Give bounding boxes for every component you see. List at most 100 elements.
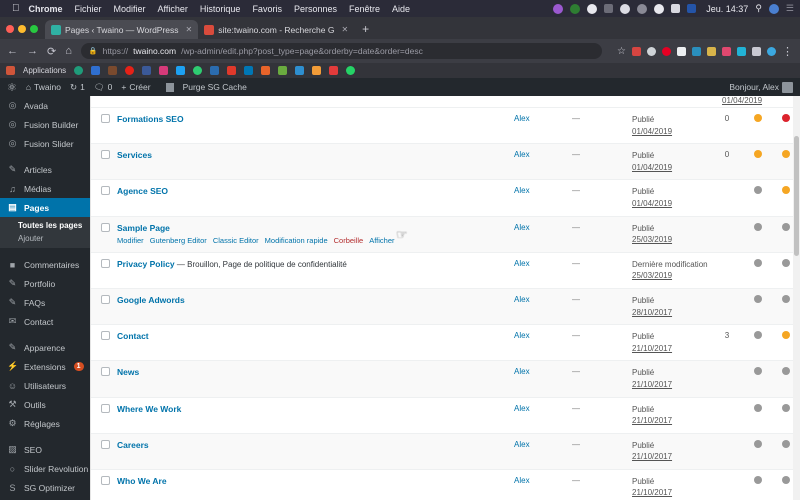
author-cell[interactable]: Alex bbox=[514, 295, 572, 304]
bookmark-image-icon[interactable] bbox=[278, 66, 288, 75]
sidebar-item-fusion-builder[interactable]: ◎ Fusion Builder bbox=[0, 115, 90, 134]
bookmark-youtube-icon[interactable] bbox=[125, 66, 135, 75]
bookmark-firebase-icon[interactable] bbox=[227, 66, 237, 75]
window-controls[interactable] bbox=[6, 25, 45, 39]
table-row[interactable]: Google Adwords Alex — Publié 28/10/2017 bbox=[91, 288, 800, 326]
key-icon[interactable] bbox=[752, 46, 761, 56]
mac-menu-item-personnes[interactable]: Personnes bbox=[294, 4, 337, 14]
bookmark-drive-icon[interactable] bbox=[108, 66, 118, 75]
author-cell[interactable]: Alex bbox=[514, 150, 572, 159]
row-checkbox[interactable] bbox=[101, 403, 110, 413]
table-row[interactable]: Privacy Policy — Brouillon, Page de poli… bbox=[91, 253, 800, 289]
table-row[interactable]: News Alex — Publié 21/10/2017 bbox=[91, 361, 800, 398]
comments-cell[interactable]: 3 bbox=[710, 331, 744, 340]
sidebar-subitem-ajouter[interactable]: Ajouter bbox=[0, 232, 90, 245]
w-badge-icon[interactable] bbox=[737, 46, 746, 56]
row-action-modifier[interactable]: Modifier bbox=[117, 236, 144, 245]
row-checkbox[interactable] bbox=[101, 439, 110, 449]
sidebar-item-pages[interactable]: ▤ Pages bbox=[0, 198, 90, 217]
mac-menu-item-favoris[interactable]: Favoris bbox=[252, 4, 282, 14]
page-title-link[interactable]: Contact bbox=[117, 331, 149, 341]
sidebar-item-articles[interactable]: ✎ Articles bbox=[0, 160, 90, 179]
page-title-link[interactable]: Google Adwords bbox=[117, 295, 185, 305]
table-row[interactable]: Agence SEO Alex — Publié 01/04/2019 bbox=[91, 180, 800, 217]
battery-icon[interactable] bbox=[671, 4, 681, 13]
pinterest-icon[interactable] bbox=[662, 46, 671, 56]
sidebar-item-fusion-slider[interactable]: ◎ Fusion Slider bbox=[0, 134, 90, 153]
forward-arrow-icon[interactable]: → bbox=[27, 45, 38, 57]
table-row[interactable]: Careers Alex — Publié 21/10/2017 bbox=[91, 433, 800, 470]
bookmark-whatsapp-icon[interactable] bbox=[346, 66, 356, 75]
bookmark-star-icon[interactable]: ☆ bbox=[617, 46, 626, 57]
cloud-icon[interactable] bbox=[620, 3, 631, 14]
sidebar-item-slider-revolution[interactable]: ○ Slider Revolution bbox=[0, 459, 90, 478]
flag-fr-icon[interactable] bbox=[687, 4, 697, 13]
grid-white-icon[interactable] bbox=[677, 46, 686, 56]
apps-grid-icon[interactable] bbox=[6, 66, 15, 75]
sidebar-item-extensions[interactable]: ⚡ Extensions 1 bbox=[0, 357, 90, 376]
mac-menu-item-fichier[interactable]: Fichier bbox=[75, 4, 102, 14]
table-row[interactable]: Sample Page Modifier Gutenberg Editor Class… bbox=[91, 216, 800, 253]
reload-icon[interactable]: ⟳ bbox=[47, 45, 56, 58]
sidebar-item-seo[interactable]: ▨ SEO bbox=[0, 440, 90, 459]
siri-icon[interactable] bbox=[553, 3, 564, 14]
author-cell[interactable]: Alex bbox=[514, 476, 572, 485]
search-icon[interactable]: ⚲ bbox=[755, 3, 762, 14]
skype-icon[interactable] bbox=[587, 3, 598, 14]
row-action-afficher[interactable]: Afficher bbox=[369, 236, 394, 245]
profile-avatar-icon[interactable] bbox=[767, 46, 776, 56]
bookmark-apps-label[interactable]: Applications bbox=[23, 66, 66, 75]
bluetooth-icon[interactable] bbox=[637, 3, 648, 14]
row-action-gutenberg-editor[interactable]: Gutenberg Editor bbox=[150, 236, 207, 245]
pencil-icon[interactable] bbox=[707, 46, 716, 56]
row-checkbox[interactable] bbox=[101, 294, 110, 304]
droplet-icon[interactable] bbox=[692, 46, 701, 56]
bookmark-mail-icon[interactable] bbox=[91, 66, 101, 75]
page-title-link[interactable]: Careers bbox=[117, 440, 149, 450]
apple-icon[interactable]:  bbox=[12, 3, 20, 14]
site-name-link[interactable]: ⌂ Twaino bbox=[26, 82, 61, 92]
mac-menu-item-chrome[interactable]: Chrome bbox=[29, 4, 63, 14]
sidebar-item-outils[interactable]: ⚒ Outils bbox=[0, 395, 90, 414]
chrome-menu-icon[interactable]: ⋮ bbox=[782, 45, 793, 58]
comments-indicator[interactable]: 🗨 0 bbox=[94, 82, 113, 93]
table-row[interactable]: Where We Work Alex — Publié 21/10/2017 bbox=[91, 398, 800, 434]
sidebar-item-contact[interactable]: ✉ Contact bbox=[0, 312, 90, 331]
bookmark-flame-icon[interactable] bbox=[261, 66, 271, 75]
comments-cell[interactable]: 0 bbox=[710, 114, 744, 123]
updates-indicator[interactable]: ↻ 1 bbox=[70, 82, 85, 93]
list-icon[interactable]: ☰ bbox=[786, 3, 794, 14]
comments-cell[interactable]: 0 bbox=[710, 150, 744, 159]
page-title-link[interactable]: Agence SEO bbox=[117, 186, 168, 196]
row-checkbox[interactable] bbox=[101, 222, 110, 232]
row-action-modification-rapide[interactable]: Modification rapide bbox=[265, 236, 328, 245]
author-cell[interactable]: Alex bbox=[514, 440, 572, 449]
close-icon[interactable]: ✕ bbox=[186, 25, 193, 34]
bookmark-facebook-icon[interactable] bbox=[142, 66, 152, 75]
table-row[interactable]: Contact Alex — Publié 21/10/2017 3 bbox=[91, 325, 800, 362]
wordpress-logo-icon[interactable]: ⚛ bbox=[7, 81, 17, 94]
bookmark-feedly-icon[interactable] bbox=[329, 66, 339, 75]
row-checkbox[interactable] bbox=[101, 150, 110, 160]
row-action-classic-editor[interactable]: Classic Editor bbox=[213, 236, 259, 245]
back-arrow-icon[interactable]: ← bbox=[7, 45, 18, 57]
sg-cache-button[interactable]: Purge SG Cache bbox=[165, 82, 247, 92]
home-icon[interactable]: ⌂ bbox=[65, 45, 72, 57]
page-title-link[interactable]: Services bbox=[117, 150, 152, 160]
mac-menu-item-historique[interactable]: Historique bbox=[200, 4, 241, 14]
row-checkbox[interactable] bbox=[101, 186, 110, 196]
author-cell[interactable]: Alex bbox=[514, 331, 572, 340]
row-checkbox[interactable] bbox=[101, 258, 110, 268]
bookmark-instagram-icon[interactable] bbox=[159, 66, 169, 75]
vertical-scroll-thumb[interactable] bbox=[794, 136, 799, 256]
sidebar-item-avada[interactable]: ◎ Avada bbox=[0, 96, 90, 115]
table-row[interactable]: Services Alex — Publié 01/04/2019 0 bbox=[91, 144, 800, 181]
sidebar-item-portfolio[interactable]: ✎ Portfolio bbox=[0, 274, 90, 293]
sidebar-item-commentaires[interactable]: ■ Commentaires bbox=[0, 255, 90, 274]
row-action-corbeille[interactable]: Corbeille bbox=[334, 236, 364, 245]
page-title-link[interactable]: Formations SEO bbox=[117, 114, 184, 124]
author-cell[interactable]: Alex bbox=[514, 114, 572, 123]
author-cell[interactable]: Alex bbox=[514, 404, 572, 413]
new-content-button[interactable]: + Créer bbox=[121, 82, 150, 92]
page-title-link[interactable]: Privacy Policy bbox=[117, 259, 175, 269]
